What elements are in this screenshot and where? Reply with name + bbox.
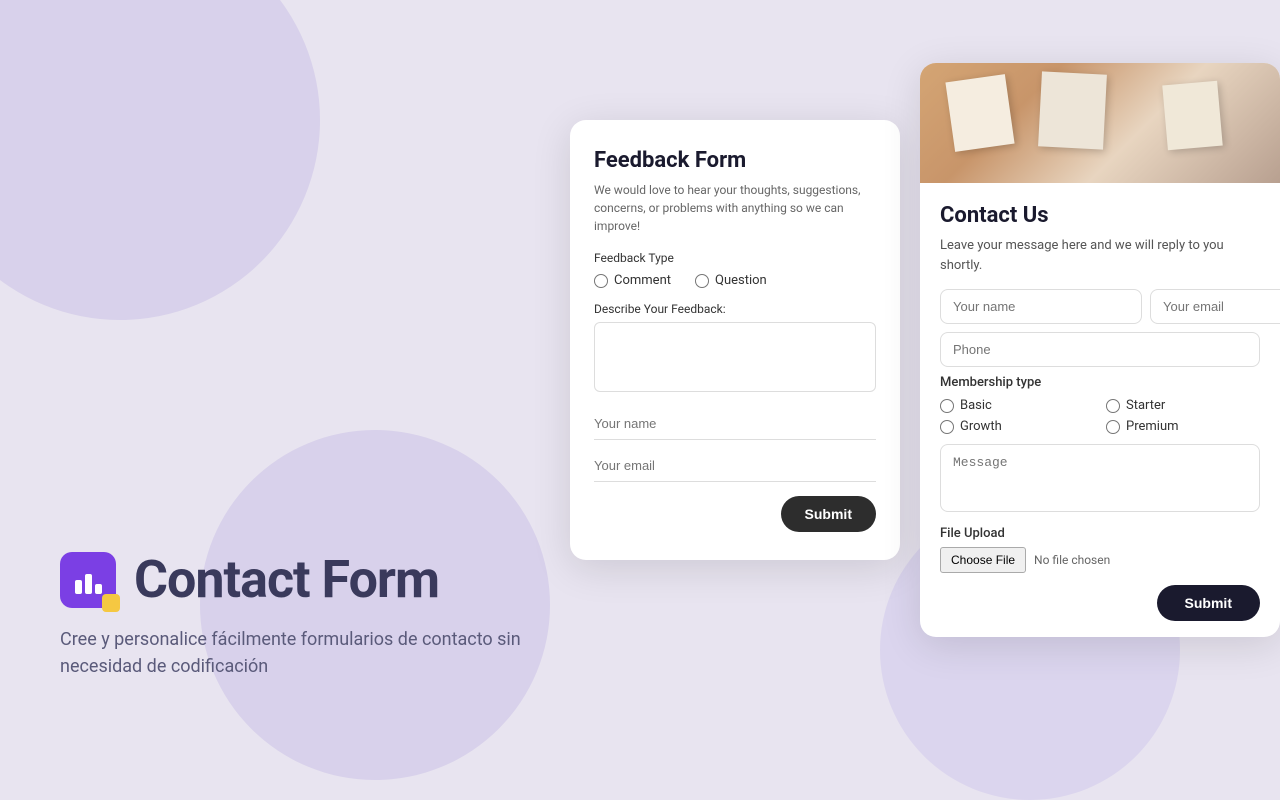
contact-form-body: Contact Us Leave your message here and w… [920, 183, 1280, 637]
radio-comment-input[interactable] [594, 274, 608, 288]
membership-premium-input[interactable] [1106, 420, 1120, 434]
membership-radio-group: Basic Starter Growth Premium [940, 398, 1260, 434]
radio-comment[interactable]: Comment [594, 273, 671, 288]
file-upload-label: File Upload [940, 526, 1260, 541]
feedback-textarea[interactable] [594, 322, 876, 392]
membership-premium[interactable]: Premium [1106, 419, 1260, 434]
brand-icon-bars [75, 566, 102, 594]
membership-basic-label: Basic [960, 398, 992, 413]
contact-form-card: Contact Us Leave your message here and w… [920, 63, 1280, 637]
feedback-type-radio-group: Comment Question [594, 273, 876, 288]
feedback-form-card: Feedback Form We would love to hear your… [570, 120, 900, 560]
bar-2 [85, 574, 92, 594]
polaroid-3 [1162, 81, 1222, 151]
contact-name-input[interactable] [940, 289, 1142, 324]
feedback-textarea-label: Describe Your Feedback: [594, 302, 876, 316]
contact-submit-row: Submit [940, 585, 1260, 621]
polaroid-1 [945, 74, 1014, 152]
membership-growth-input[interactable] [940, 420, 954, 434]
contact-form-title: Contact Us [940, 203, 1260, 228]
feedback-submit-row: Submit [594, 492, 876, 532]
membership-premium-label: Premium [1126, 419, 1179, 434]
contact-form-description: Leave your message here and we will repl… [940, 236, 1260, 275]
bar-3 [95, 584, 102, 594]
radio-comment-label: Comment [614, 273, 671, 288]
polaroid-2 [1038, 71, 1107, 149]
membership-starter-input[interactable] [1106, 399, 1120, 413]
membership-starter-label: Starter [1126, 398, 1165, 413]
feedback-email-input[interactable] [594, 450, 876, 482]
feedback-name-input[interactable] [594, 408, 876, 440]
membership-growth-label: Growth [960, 419, 1002, 434]
membership-basic-input[interactable] [940, 399, 954, 413]
radio-question-label: Question [715, 273, 767, 288]
feedback-type-label: Feedback Type [594, 251, 876, 265]
membership-label: Membership type [940, 375, 1260, 390]
membership-basic[interactable]: Basic [940, 398, 1094, 413]
brand-subtitle: Cree y personalice fácilmente formulario… [60, 626, 530, 680]
membership-starter[interactable]: Starter [1106, 398, 1260, 413]
brand-row: Contact Form [60, 549, 530, 610]
feedback-form-description: We would love to hear your thoughts, sug… [594, 181, 876, 235]
feedback-submit-button[interactable]: Submit [781, 496, 876, 532]
contact-name-email-row [940, 289, 1260, 324]
contact-message-textarea[interactable] [940, 444, 1260, 512]
no-file-text: No file chosen [1034, 553, 1110, 567]
choose-file-button[interactable]: Choose File [940, 547, 1026, 573]
page-content: Contact Form Cree y personalice fácilmen… [0, 0, 1280, 720]
contact-phone-input[interactable] [940, 332, 1260, 367]
membership-growth[interactable]: Growth [940, 419, 1094, 434]
contact-email-input[interactable] [1150, 289, 1280, 324]
feedback-form-title: Feedback Form [594, 148, 876, 173]
bar-1 [75, 580, 82, 594]
file-upload-row: Choose File No file chosen [940, 547, 1260, 573]
brand-title: Contact Form [134, 549, 439, 610]
radio-question[interactable]: Question [695, 273, 767, 288]
contact-photo-header [920, 63, 1280, 183]
brand-icon [60, 552, 116, 608]
left-section: Contact Form Cree y personalice fácilmen… [0, 0, 570, 720]
radio-question-input[interactable] [695, 274, 709, 288]
contact-submit-button[interactable]: Submit [1157, 585, 1260, 621]
